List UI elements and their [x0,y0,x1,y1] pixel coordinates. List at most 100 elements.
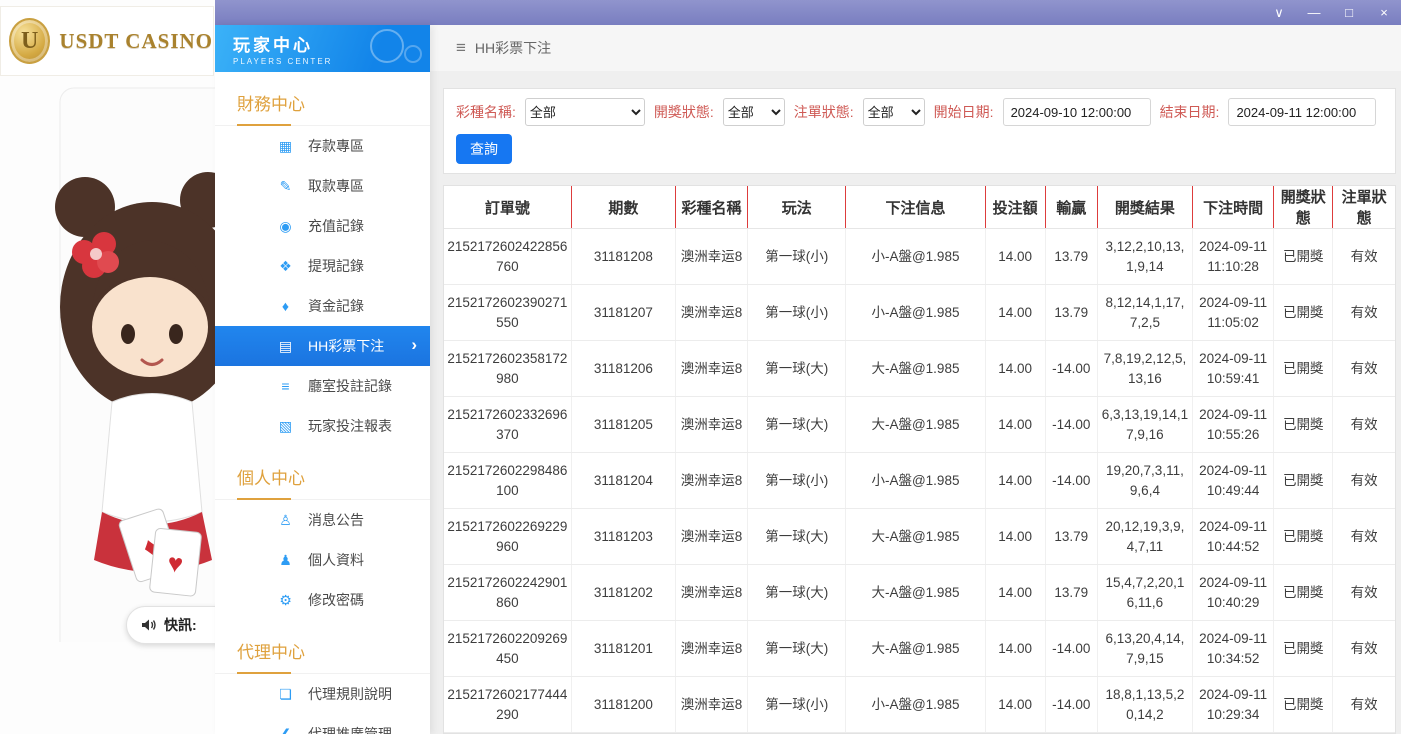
order-status-select[interactable]: 全部 [863,98,925,126]
sidebar-item-agent-promotion[interactable]: ❮ 代理推廣管理 [215,714,430,734]
cell-draw-status: 已開獎 [1274,341,1333,397]
brand-panel: U USDT CASINO ♦ [0,0,215,734]
cell-win-loss: 13.79 [1045,565,1097,621]
gear-icon: ⚙ [277,592,294,609]
draw-status-select[interactable]: 全部 [723,98,785,126]
sidebar-section-personal: 個人中心 [215,456,430,500]
sidebar-item-change-password[interactable]: ⚙ 修改密碼 [215,580,430,620]
sidebar-item-hh-lottery-bets[interactable]: ▤ HH彩票下注 › [215,326,430,366]
cell-amount: 14.00 [985,453,1045,509]
cell-lottery: 澳洲幸运8 [675,341,747,397]
sidebar-item-withdrawal-records[interactable]: ❖ 提現記錄 [215,246,430,286]
cell-lottery: 澳洲幸运8 [675,565,747,621]
cell-order-id: 2152172602422856760 [444,229,571,285]
sidebar-item-agent-rules[interactable]: ❏ 代理規則說明 [215,674,430,714]
hamburger-menu-icon[interactable]: ≡ [456,38,466,58]
cell-lottery: 澳洲幸运8 [675,621,747,677]
sidebar-item-recharge-records[interactable]: ◉ 充值記錄 [215,206,430,246]
close-icon[interactable]: × [1377,0,1391,25]
cell-bet-info: 小-A盤@1.985 [846,229,985,285]
query-button[interactable]: 查詢 [456,134,512,164]
cell-order-status: 有效 [1333,341,1395,397]
col-header-draw-status: 開獎狀態 [1274,186,1333,229]
mascot-image: ♦ ♥ [0,82,215,642]
sidebar-item-label: 代理規則說明 [308,684,392,704]
start-date-input[interactable] [1003,98,1151,126]
cell-play: 第一球(小) [748,229,846,285]
cell-period: 31181207 [571,285,675,341]
table-row: 2152172602242901860 31181202 澳洲幸运8 第一球(大… [444,565,1395,621]
cell-result: 8,12,14,1,17,7,2,5 [1097,285,1192,341]
cell-amount: 14.00 [985,285,1045,341]
col-header-amount: 投注額 [985,186,1045,229]
page-header: ≡ HH彩票下注 [430,25,1401,71]
cell-period: 31181203 [571,509,675,565]
order-status-label: 注單狀態: [794,102,854,122]
cell-result: 18,8,1,13,5,20,14,2 [1097,677,1192,733]
table-row: 2152172602177444290 31181200 澳洲幸运8 第一球(小… [444,677,1395,733]
cell-result: 20,12,19,3,9,4,7,11 [1097,509,1192,565]
cell-result: 7,8,19,2,12,5,13,16 [1097,341,1192,397]
cell-lottery: 澳洲幸运8 [675,285,747,341]
cell-order-id: 2152172602358172980 [444,341,571,397]
cell-period: 31181205 [571,397,675,453]
cell-play: 第一球(小) [748,453,846,509]
cell-lottery: 澳洲幸运8 [675,677,747,733]
cell-amount: 14.00 [985,341,1045,397]
cell-amount: 14.00 [985,621,1045,677]
sidebar-item-room-bet-records[interactable]: ≡ 廳室投註記錄 [215,366,430,406]
col-header-bet-info: 下注信息 [846,186,985,229]
sidebar-item-player-bet-report[interactable]: ▧ 玩家投注報表 [215,406,430,446]
table-row: 2152172602298486100 31181204 澳洲幸运8 第一球(小… [444,453,1395,509]
lottery-name-select[interactable]: 全部 [525,98,645,126]
col-header-lottery: 彩種名稱 [675,186,747,229]
minimize-icon[interactable]: — [1307,0,1321,25]
cell-period: 31181202 [571,565,675,621]
bell-icon: ♙ [277,512,294,529]
sidebar-item-profile[interactable]: ♟ 個人資料 [215,540,430,580]
speaker-icon [141,617,157,633]
cell-order-status: 有效 [1333,565,1395,621]
sidebar-item-withdraw[interactable]: ✎ 取款專區 [215,166,430,206]
cell-win-loss: -14.00 [1045,621,1097,677]
cell-play: 第一球(大) [748,397,846,453]
cell-play: 第一球(大) [748,565,846,621]
cell-draw-status: 已開獎 [1274,397,1333,453]
cell-amount: 14.00 [985,397,1045,453]
sidebar-item-fund-records[interactable]: ♦ 資金記錄 [215,286,430,326]
report-chart-icon: ▧ [277,418,294,435]
cell-amount: 14.00 [985,677,1045,733]
cell-period: 31181204 [571,453,675,509]
share-icon: ❮ [277,726,294,734]
sidebar-item-deposit[interactable]: ▦ 存款專區 [215,126,430,166]
maximize-icon[interactable]: □ [1342,0,1356,25]
bets-table: 訂單號 期數 彩種名稱 玩法 下注信息 投注額 輸贏 開獎結果 下注時間 開獎狀… [444,186,1395,733]
cell-bet-info: 大-A盤@1.985 [846,565,985,621]
cell-period: 31181200 [571,677,675,733]
table-row: 2152172602422856760 31181208 澳洲幸运8 第一球(小… [444,229,1395,285]
cell-lottery: 澳洲幸运8 [675,397,747,453]
cell-order-status: 有效 [1333,453,1395,509]
end-date-label: 結束日期: [1160,102,1220,122]
cell-order-id: 2152172602390271550 [444,285,571,341]
cell-play: 第一球(小) [748,285,846,341]
end-date-input[interactable] [1228,98,1376,126]
chevron-down-icon[interactable]: ∨ [1272,0,1286,25]
cell-lottery: 澳洲幸运8 [675,509,747,565]
cell-order-status: 有效 [1333,229,1395,285]
cell-result: 19,20,7,3,11,9,6,4 [1097,453,1192,509]
cell-win-loss: -14.00 [1045,341,1097,397]
cell-play: 第一球(大) [748,509,846,565]
cell-win-loss: -14.00 [1045,453,1097,509]
cell-draw-status: 已開獎 [1274,565,1333,621]
table-header-row: 訂單號 期數 彩種名稱 玩法 下注信息 投注額 輸贏 開獎結果 下注時間 開獎狀… [444,186,1395,229]
cell-win-loss: -14.00 [1045,397,1097,453]
cell-bet-info: 小-A盤@1.985 [846,453,985,509]
sidebar-item-announcements[interactable]: ♙ 消息公告 [215,500,430,540]
col-header-result: 開獎結果 [1097,186,1192,229]
cell-period: 31181206 [571,341,675,397]
table-row: 2152172602358172980 31181206 澳洲幸运8 第一球(大… [444,341,1395,397]
sidebar-item-label: 個人資料 [308,550,364,570]
col-header-period: 期數 [571,186,675,229]
col-header-order-id: 訂單號 [444,186,571,229]
